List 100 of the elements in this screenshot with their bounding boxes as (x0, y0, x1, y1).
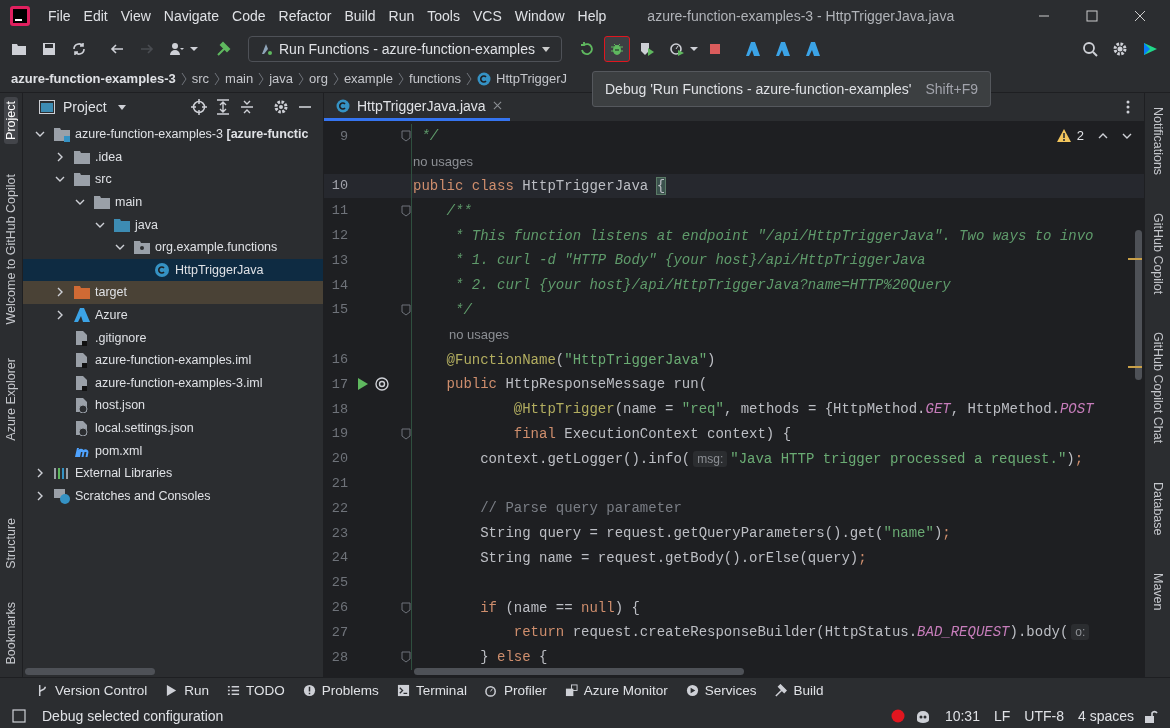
fold-icon[interactable] (401, 651, 411, 664)
caret-icon[interactable] (116, 102, 127, 112)
at-sign-icon[interactable] (375, 377, 389, 392)
tool-window-tab[interactable]: GitHub Copilot (1150, 209, 1165, 299)
menu-item[interactable]: Window (514, 8, 565, 24)
tree-item[interactable]: Scratches and Consoles (23, 484, 323, 508)
warning-icon[interactable] (1056, 129, 1071, 142)
warning-marker[interactable] (1128, 258, 1142, 260)
scrollbar[interactable] (25, 668, 155, 675)
tool-window-button[interactable]: Services (679, 683, 763, 698)
fold-icon[interactable] (401, 130, 411, 143)
menu-item[interactable]: Code (232, 8, 266, 24)
tree-item[interactable]: host.json (23, 394, 323, 417)
tree-item[interactable]: .idea (23, 145, 323, 169)
menu-item[interactable]: VCS (472, 8, 502, 24)
breadcrumb-item[interactable]: java (269, 71, 294, 86)
file-encoding[interactable]: UTF-8 (1024, 707, 1064, 724)
fold-icon[interactable] (401, 204, 411, 217)
settings-icon[interactable] (1112, 40, 1128, 57)
maximize-icon[interactable] (1086, 10, 1098, 22)
tool-window-button[interactable]: Profiler (478, 683, 553, 698)
breadcrumb-item[interactable]: src (191, 71, 210, 86)
tool-window-tab[interactable]: Bookmarks (4, 598, 18, 669)
tool-window-tab[interactable]: Structure (4, 513, 18, 573)
breadcrumb-item[interactable]: org (309, 71, 328, 86)
settings-icon[interactable] (273, 99, 289, 115)
panel-title[interactable]: Project (63, 99, 107, 115)
menu-item[interactable]: Edit (83, 8, 108, 24)
scrollbar[interactable] (1135, 230, 1142, 380)
tree-item[interactable]: azure-function-examples.iml (23, 348, 323, 372)
chevron-icon[interactable] (55, 287, 65, 298)
tool-window-tab[interactable]: Project (4, 97, 18, 144)
tool-window-button[interactable]: TODO (221, 683, 291, 698)
tree-item[interactable]: azure-function-examples-3.iml (23, 371, 323, 395)
chevron-icon[interactable] (55, 151, 65, 162)
copilot-icon[interactable] (914, 708, 931, 723)
menu-item[interactable]: Run (388, 8, 415, 24)
tool-window-button[interactable]: Build (768, 683, 830, 698)
indent-setting[interactable]: 4 spaces (1077, 707, 1134, 724)
tree-item[interactable]: azure-function-examples-3 [azure-functic (23, 123, 323, 146)
menu-item[interactable]: Refactor (278, 8, 332, 24)
usage-hint[interactable]: no usages (412, 327, 509, 343)
tree-item[interactable]: External Libraries (23, 461, 323, 485)
breadcrumb-item[interactable]: example (343, 71, 394, 86)
tool-window-tab[interactable]: Database (1150, 477, 1165, 540)
warning-count[interactable]: 2 (1076, 128, 1084, 143)
menu-item[interactable]: View (120, 8, 151, 24)
collapse-all-icon[interactable] (239, 99, 255, 115)
tree-item[interactable]: src (23, 168, 323, 191)
panel-toggle-icon[interactable] (12, 708, 26, 723)
tree-item[interactable]: target (23, 281, 323, 304)
tool-window-tab[interactable]: Azure Explorer (4, 354, 18, 446)
scrollbar[interactable] (414, 668, 744, 675)
tree-item[interactable]: local.settings.json (23, 416, 323, 440)
tool-window-button[interactable]: Terminal (390, 683, 473, 698)
more-icon[interactable] (1126, 100, 1130, 114)
menu-item[interactable]: Help (577, 8, 607, 24)
tool-window-button[interactable]: Azure Monitor (558, 683, 674, 698)
warning-marker[interactable] (1128, 366, 1142, 368)
chevron-icon[interactable] (35, 490, 45, 501)
close-icon[interactable] (1134, 10, 1146, 22)
caret-icon[interactable] (690, 44, 698, 53)
tree-item[interactable]: java (23, 213, 323, 236)
tool-window-tab[interactable]: GitHub Copilot Chat (1150, 328, 1165, 448)
breadcrumb-item[interactable]: functions (409, 71, 462, 86)
plugin-icon[interactable] (1142, 40, 1158, 57)
lock-icon[interactable] (1144, 708, 1158, 723)
menu-item[interactable]: Build (344, 8, 376, 24)
breadcrumb-item[interactable]: main (225, 71, 254, 86)
fold-icon[interactable] (401, 427, 411, 440)
menu-item[interactable]: File (48, 8, 71, 24)
menu-item[interactable]: Navigate (163, 8, 220, 24)
tool-window-tab[interactable]: Notifications (1150, 103, 1165, 180)
breadcrumb-item[interactable]: azure-function-examples-3 (11, 71, 176, 86)
menu-item[interactable]: Tools (427, 8, 460, 24)
caret-icon[interactable] (190, 44, 198, 53)
breadcrumb-item[interactable]: HttpTriggerJ (496, 71, 568, 86)
usage-hint[interactable]: no usages (412, 153, 473, 169)
fold-icon[interactable] (401, 601, 411, 614)
close-icon[interactable] (492, 101, 502, 110)
search-icon[interactable] (1082, 40, 1098, 57)
tree-item[interactable]: main (23, 190, 323, 214)
tree-item[interactable]: org.example.functions (23, 235, 323, 259)
tool-window-button[interactable]: Run (159, 683, 216, 698)
locate-icon[interactable] (191, 99, 207, 115)
chevron-icon[interactable] (55, 310, 65, 321)
run-configuration-dropdown[interactable]: Run Functions - azure-function-examples (248, 35, 562, 62)
run-icon[interactable] (358, 378, 368, 391)
tree-item[interactable]: .gitignore (23, 326, 323, 349)
tool-window-button[interactable]: Version Control (30, 683, 154, 698)
tree-item[interactable]: HttpTriggerJava (23, 258, 323, 282)
chevron-icon[interactable] (35, 468, 45, 479)
tool-window-tab[interactable]: Welcome to GitHub Copilot (4, 169, 18, 329)
debug-icon[interactable] (604, 35, 630, 62)
tree-item[interactable]: pom.xml (23, 439, 323, 462)
fold-icon[interactable] (401, 303, 411, 316)
tool-window-button[interactable]: Problems (296, 683, 385, 698)
tree-item[interactable]: Azure (23, 303, 323, 327)
cursor-position[interactable]: 10:31 (944, 707, 980, 724)
tool-window-tab[interactable]: Maven (1150, 569, 1165, 615)
